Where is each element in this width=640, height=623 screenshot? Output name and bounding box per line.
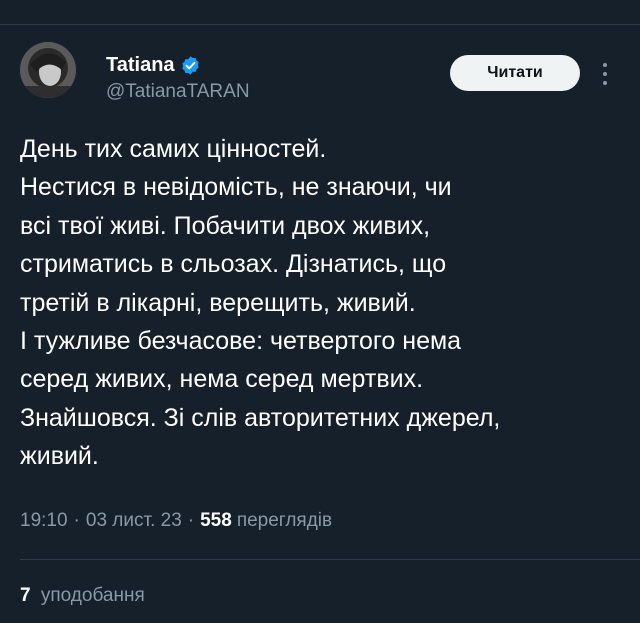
tweet-line: третій в лікарні, верещить, живий.	[20, 288, 416, 317]
tweet-time[interactable]: 19:10	[20, 510, 68, 532]
tweet-line: стриматись в сльозах. Дізнатись, що	[20, 250, 447, 279]
top-divider	[0, 24, 640, 25]
views-count: 558	[200, 510, 232, 531]
tweet-date[interactable]: 03 лист. 23	[86, 510, 182, 532]
more-vertical-icon[interactable]	[598, 60, 612, 88]
tweet-text: День тих самих цінностей. Нестися в неві…	[20, 130, 620, 476]
views-label: переглядів	[236, 510, 333, 531]
tweet-line: Нестися в невідомість, не знаючи, чи	[20, 173, 452, 202]
likes-count: 7	[20, 585, 31, 606]
bottom-divider	[20, 559, 640, 560]
author-name-row: Tatiana	[106, 52, 201, 78]
tweet-line: серед живих, нема серед мертвих.	[20, 365, 424, 394]
tweet-line: живий.	[20, 442, 99, 471]
avatar-photo-icon	[20, 42, 76, 98]
author-display-name[interactable]: Tatiana	[106, 54, 175, 77]
tweet-line: І тужливе безчасове: четвертого нема	[20, 327, 462, 356]
meta-separator: ·	[187, 510, 195, 531]
likes-row[interactable]: 7 уподобання	[20, 585, 145, 607]
likes-label: уподобання	[40, 585, 145, 606]
tweet-line: Знайшовся. Зі слів авторитетних джерел,	[20, 403, 501, 432]
verified-badge-icon	[180, 55, 201, 76]
avatar[interactable]	[20, 42, 76, 98]
follow-button[interactable]: Читати	[450, 55, 580, 91]
tweet-line: День тих самих цінностей.	[20, 135, 327, 163]
tweet-meta: 19:10 · 03 лист. 23 · 558 переглядів	[20, 510, 332, 532]
author-handle[interactable]: @TatianaTARAN	[106, 81, 250, 103]
meta-separator: ·	[73, 510, 80, 531]
tweet-line: всі твої живі. Побачити двох живих,	[20, 211, 431, 240]
